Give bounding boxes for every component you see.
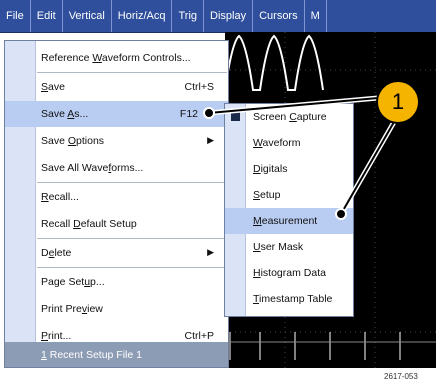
separator [37,72,227,73]
menu-display[interactable]: Display [204,0,254,32]
menu-trig[interactable]: Trig [172,0,205,32]
menu-vertical[interactable]: Vertical [63,0,112,32]
shortcut-ctrl-s: Ctrl+S [184,81,214,93]
submenu-item-histogram-data[interactable]: Histogram Data [225,260,353,286]
menu-item-delete[interactable]: Delete ▶ [5,240,228,266]
menu-item-recent-setup-file-1[interactable]: 1 Recent Setup File 1 [5,342,228,367]
menu-horiz-acq[interactable]: Horiz/Acq [112,0,173,32]
save-as-submenu: Screen Capture Waveform Digitals Setup M… [224,103,354,317]
menu-file[interactable]: File [0,0,31,32]
menu-item-reference-waveform-controls[interactable]: Reference Waveform Controls... [5,45,228,71]
menu-bar: File Edit Vertical Horiz/Acq Trig Displa… [0,0,436,33]
separator [37,238,227,239]
submenu-item-timestamp-table[interactable]: Timestamp Table [225,286,353,312]
separator [37,267,227,268]
checked-indicator-icon [231,112,240,121]
submenu-item-digitals[interactable]: Digitals [225,156,353,182]
separator [37,182,227,183]
submenu-item-measurement[interactable]: Measurement [225,208,353,234]
shortcut-f12: F12 [179,108,198,120]
menu-item-save-options[interactable]: Save Options ▶ [5,128,228,154]
submenu-arrow-icon: ▶ [207,247,214,257]
menu-more[interactable]: M [305,0,327,32]
submenu-item-waveform[interactable]: Waveform [225,130,353,156]
menu-item-save-as[interactable]: Save As... F12 [5,101,228,127]
submenu-item-screen-capture[interactable]: Screen Capture [225,104,353,130]
submenu-item-user-mask[interactable]: User Mask [225,234,353,260]
shortcut-ctrl-p: Ctrl+P [184,330,214,342]
menu-item-save[interactable]: Save Ctrl+S [5,74,228,100]
menu-item-save-all-waveforms[interactable]: Save All Waveforms... [5,155,228,181]
step-callout: 1 [376,80,420,124]
menu-item-recall[interactable]: Recall... [5,184,228,210]
submenu-item-setup[interactable]: Setup [225,182,353,208]
menu-cursors[interactable]: Cursors [253,0,305,32]
menu-item-page-setup[interactable]: Page Setup... [5,269,228,295]
submenu-arrow-icon: ▶ [207,135,214,145]
menu-item-print-preview[interactable]: Print Preview [5,296,228,322]
menu-item-recall-default-setup[interactable]: Recall Default Setup [5,211,228,237]
file-menu: Reference Waveform Controls... Save Ctrl… [4,40,229,368]
figure-id: 2617-053 [384,372,418,381]
menu-edit[interactable]: Edit [31,0,63,32]
